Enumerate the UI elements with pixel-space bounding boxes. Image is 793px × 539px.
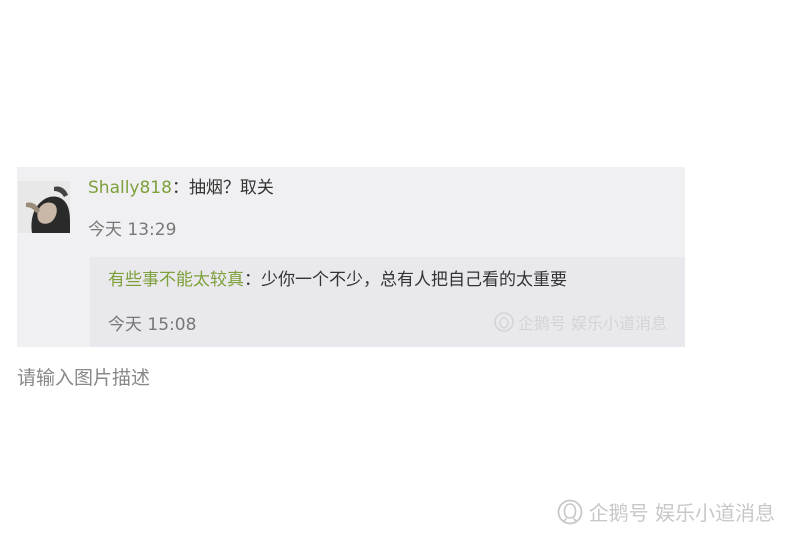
avatar <box>18 181 70 233</box>
comment-timestamp: 今天 13:29 <box>88 220 177 240</box>
comment-username[interactable]: Shally818 <box>88 178 172 198</box>
reply-text: 少你一个不少，总有人把自己看的太重要 <box>261 270 567 290</box>
reply-line: 有些事不能太较真：少你一个不少，总有人把自己看的太重要 <box>108 269 567 291</box>
reply-separator: ： <box>244 270 261 290</box>
reply-box: 有些事不能太较真：少你一个不少，总有人把自己看的太重要 今天 15:08 企鹅号… <box>90 257 685 347</box>
comment-screenshot: Shally818：抽烟？取关 今天 13:29 有些事不能太较真：少你一个不少… <box>17 167 685 347</box>
user-avatar-photo <box>18 181 70 233</box>
reply-timestamp: 今天 15:08 <box>108 315 197 335</box>
penguin-icon <box>494 312 514 332</box>
inner-watermark-text: 企鹅号 娱乐小道消息 <box>517 314 667 333</box>
comment-separator: ： <box>171 178 189 198</box>
watermark: 企鹅号 娱乐小道消息 <box>557 497 775 526</box>
penguin-logo-icon <box>557 499 583 524</box>
inner-watermark: 企鹅号 娱乐小道消息 <box>494 310 667 334</box>
watermark-text: 企鹅号 娱乐小道消息 <box>588 501 775 525</box>
comment-line: Shally818：抽烟？取关 <box>88 177 274 199</box>
comment-text: 抽烟？取关 <box>188 178 274 198</box>
reply-username[interactable]: 有些事不能太较真 <box>108 270 244 290</box>
image-caption: 请输入图片描述 <box>17 367 151 389</box>
